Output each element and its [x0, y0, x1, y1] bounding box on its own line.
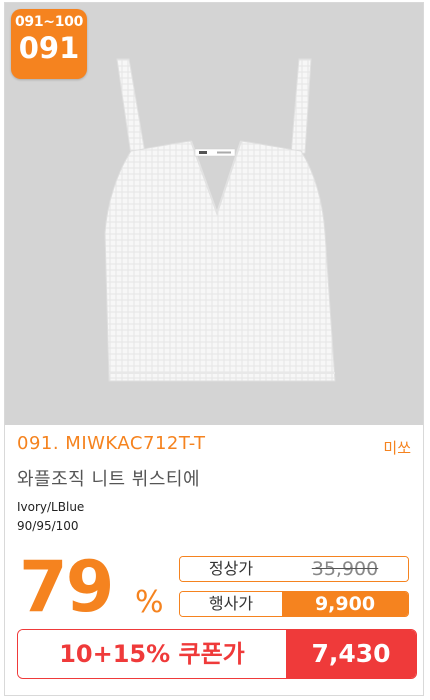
regular-price-label: 정상가: [180, 557, 282, 581]
regular-price-row: 정상가 35,900: [179, 556, 409, 582]
event-price-value: 9,900: [282, 592, 408, 616]
product-code: 091. MIWKAC712T-T: [17, 433, 206, 454]
badge-range: 091~100: [14, 14, 84, 30]
coupon-price-label: 10+15% 쿠폰가: [18, 630, 286, 678]
coupon-price-value: 7,430: [286, 630, 416, 678]
brand-name[interactable]: 미쏘: [383, 437, 411, 458]
discount-unit: %: [135, 585, 164, 620]
event-price-label: 행사가: [180, 592, 282, 616]
discount-rate: 79: [19, 546, 114, 628]
event-price-row: 행사가 9,900: [179, 591, 409, 617]
product-color: Ivory/LBlue: [17, 500, 85, 514]
product-card[interactable]: 091~100 091 091. MIWKAC712T-T 미쏘 와플조직 니트…: [4, 2, 424, 696]
product-photo[interactable]: 091~100 091: [5, 3, 423, 425]
product-name[interactable]: 와플조직 니트 뷔스티에: [17, 465, 200, 491]
product-sizes: 90/95/100: [17, 519, 79, 533]
badge-number: 091: [18, 31, 80, 65]
regular-price-value: 35,900: [282, 557, 408, 581]
product-number-badge: 091~100 091: [11, 9, 87, 79]
coupon-price-row[interactable]: 10+15% 쿠폰가 7,430: [17, 629, 417, 679]
